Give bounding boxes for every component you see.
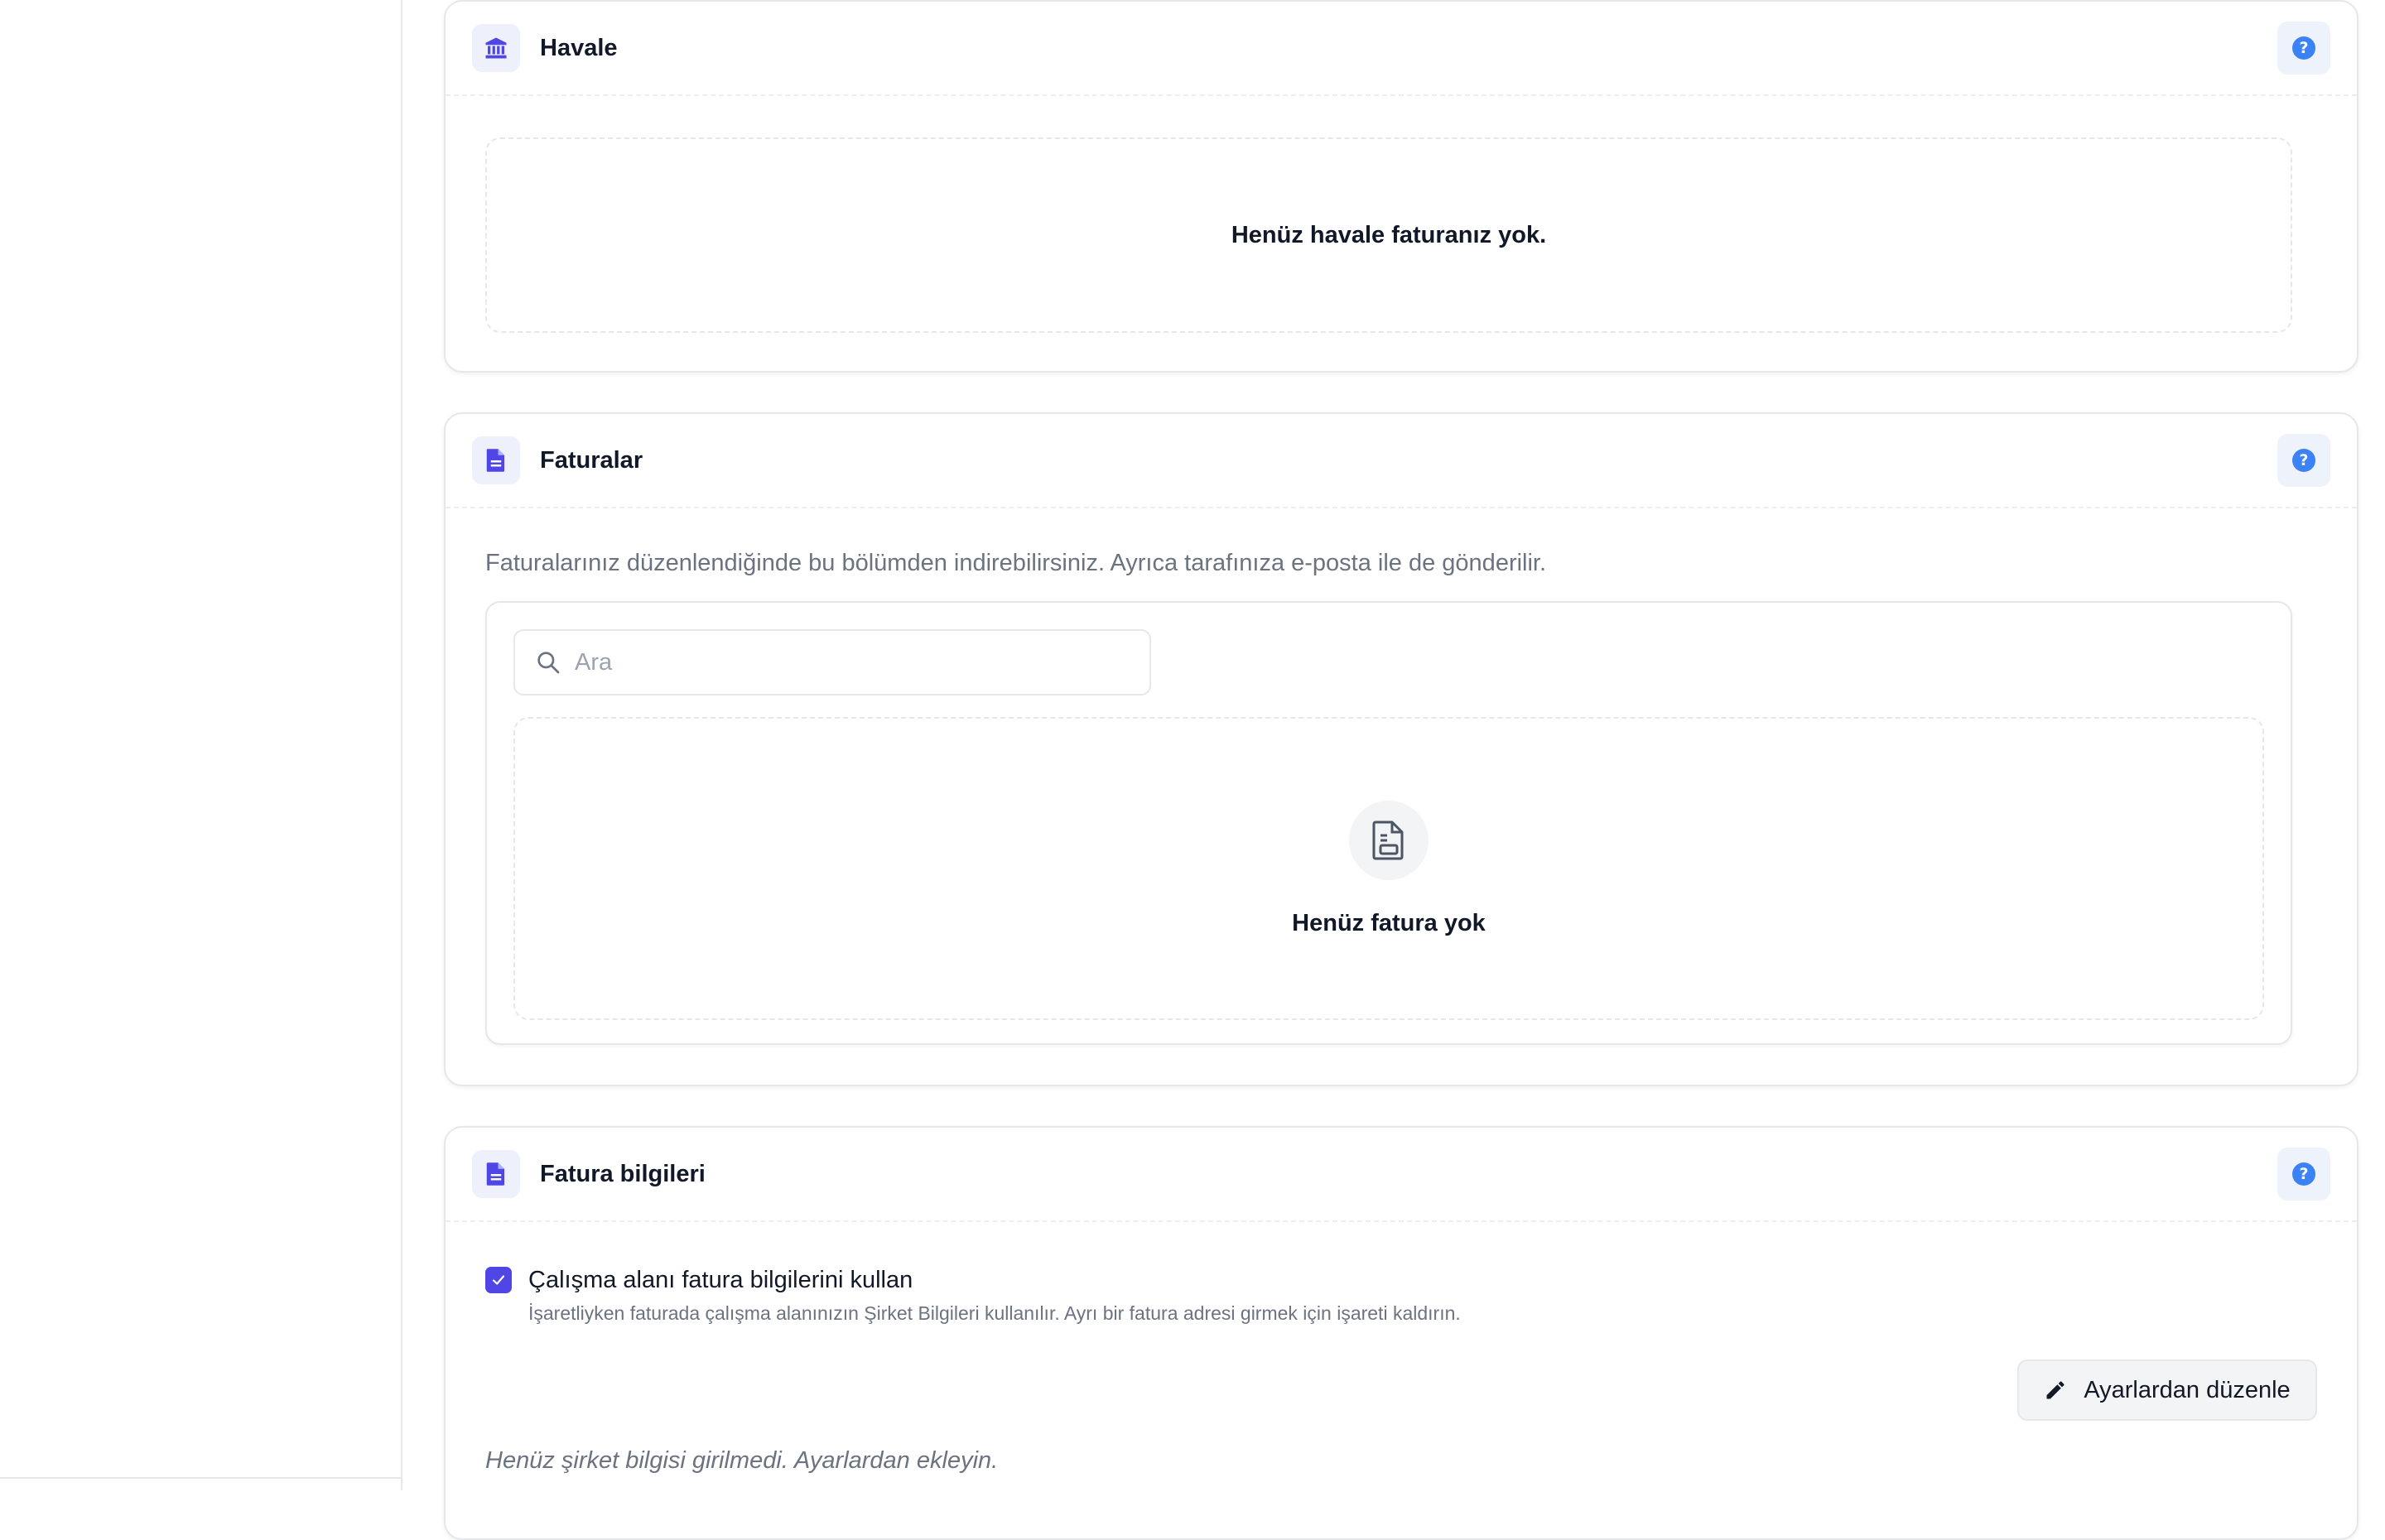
havale-card: Havale ? Henüz havale faturanız yok.: [444, 0, 2358, 373]
use-workspace-billing-label[interactable]: Çalışma alanı fatura bilgilerini kullan: [528, 1267, 1461, 1294]
fatura-bilgileri-card: Fatura bilgileri ? Çalışma alanı fatura …: [444, 1126, 2358, 1540]
use-workspace-billing-checkbox[interactable]: [485, 1267, 512, 1293]
pencil-icon: [2046, 1381, 2065, 1399]
havale-title: Havale: [540, 34, 618, 61]
help-icon: ?: [2292, 449, 2315, 472]
sidebar-divider: [0, 1477, 401, 1479]
faturalar-card: Faturalar ? Faturalarınız düzenlendiğind…: [444, 412, 2358, 1086]
fatura-bilgileri-title: Fatura bilgileri: [540, 1160, 706, 1187]
havale-card-header: Havale ?: [446, 2, 2357, 96]
search-icon: [537, 652, 560, 674]
invoices-empty-title: Henüz fatura yok: [1292, 909, 1486, 936]
faturalar-card-header: Faturalar ?: [446, 414, 2357, 508]
company-info-empty-note: Henüz şirket bilgisi girilmedi. Ayarlard…: [485, 1447, 999, 1474]
fatura-bilgileri-help-button[interactable]: ?: [2277, 1148, 2330, 1201]
havale-empty-text: Henüz havale faturanız yok.: [1231, 221, 1547, 248]
document-icon: [472, 436, 520, 484]
search-input[interactable]: [575, 648, 1138, 676]
empty-invoice-icon: [1349, 800, 1429, 880]
checkmark-icon: [492, 1275, 505, 1285]
faturalar-help-button[interactable]: ?: [2277, 434, 2330, 487]
faturalar-description: Faturalarınız düzenlendiğinde bu bölümde…: [485, 550, 1547, 576]
edit-in-settings-label: Ayarlardan düzenle: [2084, 1376, 2291, 1403]
sidebar: [0, 0, 402, 1490]
use-workspace-billing-hint: İşaretliyken faturada çalışma alanınızın…: [528, 1302, 1461, 1324]
bank-icon: [472, 24, 520, 72]
faturalar-title: Faturalar: [540, 446, 643, 474]
main-content: Havale ? Henüz havale faturanız yok. Fat…: [402, 0, 2385, 1540]
help-icon: ?: [2292, 36, 2315, 60]
havale-help-button[interactable]: ?: [2277, 22, 2330, 75]
invoices-panel: Henüz fatura yok: [485, 601, 2292, 1045]
invoices-empty-state: Henüz fatura yok: [513, 717, 2264, 1020]
invoice-search: [513, 629, 1151, 695]
edit-in-settings-button[interactable]: Ayarlardan düzenle: [2017, 1360, 2317, 1421]
havale-empty-state: Henüz havale faturanız yok.: [485, 137, 2292, 333]
help-icon: ?: [2292, 1162, 2315, 1186]
document-icon: [472, 1150, 520, 1198]
use-workspace-billing-option: Çalışma alanı fatura bilgilerini kullan …: [485, 1267, 1461, 1325]
fatura-bilgileri-card-header: Fatura bilgileri ?: [446, 1128, 2357, 1222]
